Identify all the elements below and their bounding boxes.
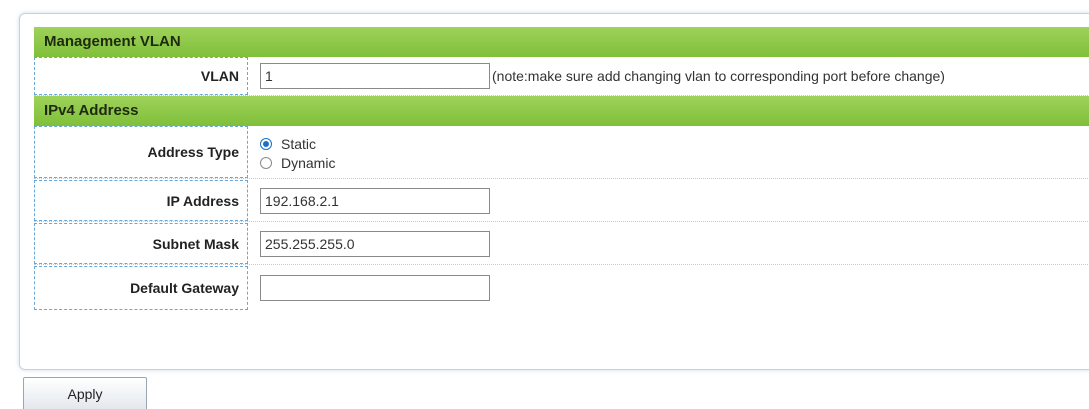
default-gateway-value-cell: [248, 266, 1089, 310]
apply-button[interactable]: Apply: [23, 377, 147, 409]
subnet-mask-row: Subnet Mask: [34, 223, 1089, 265]
default-gateway-input[interactable]: [260, 275, 490, 301]
radio-button-dynamic[interactable]: [260, 156, 272, 169]
radio-option-static[interactable]: Static: [260, 136, 335, 152]
section-header-ipv4-address: IPv4 Address: [34, 96, 1089, 126]
subnet-mask-value-cell: [248, 223, 1089, 264]
address-type-row: Address Type Static Dynamic: [34, 126, 1089, 179]
vlan-row: VLAN (note:make sure add changing vlan t…: [34, 57, 1089, 96]
ip-address-value-cell: [248, 180, 1089, 221]
radio-option-dynamic[interactable]: Dynamic: [260, 155, 335, 171]
radio-label-static[interactable]: Static: [281, 136, 316, 152]
radio-button-static[interactable]: [260, 137, 272, 150]
address-type-radio-group: Static Dynamic: [260, 134, 335, 171]
vlan-value-cell: (note:make sure add changing vlan to cor…: [248, 57, 1089, 95]
default-gateway-row: Default Gateway: [34, 266, 1089, 310]
radio-label-dynamic[interactable]: Dynamic: [281, 155, 335, 171]
ip-address-input[interactable]: [260, 187, 490, 214]
address-type-value-cell: Static Dynamic: [248, 126, 1089, 178]
subnet-mask-label: Subnet Mask: [34, 223, 248, 264]
vlan-input[interactable]: [260, 63, 490, 89]
vlan-label: VLAN: [34, 57, 248, 95]
ip-address-label: IP Address: [34, 180, 248, 221]
vlan-note: (note:make sure add changing vlan to cor…: [492, 68, 945, 84]
ip-address-row: IP Address: [34, 180, 1089, 222]
settings-panel: Management VLAN VLAN (note:make sure add…: [19, 13, 1089, 370]
default-gateway-label: Default Gateway: [34, 266, 248, 310]
address-type-label: Address Type: [34, 126, 248, 178]
section-header-management-vlan: Management VLAN: [34, 27, 1089, 57]
subnet-mask-input[interactable]: [260, 230, 490, 257]
